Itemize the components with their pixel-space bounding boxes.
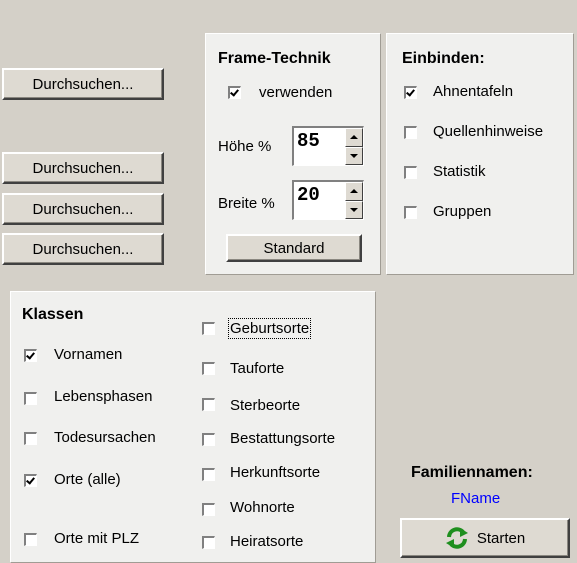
browse-button-3[interactable]: Durchsuchen... — [2, 193, 164, 225]
height-spinner-arrows — [345, 128, 363, 165]
refresh-icon — [445, 527, 468, 549]
family-names-value: FName — [451, 490, 501, 507]
class-bestattungsorte-label: Bestattungsorte — [230, 430, 336, 447]
embed-gruppen-label: Gruppen — [433, 203, 492, 220]
start-button-label: Starten — [476, 529, 526, 547]
embed-quellenhinweise-checkbox[interactable] — [404, 126, 417, 139]
width-down-arrow-icon[interactable] — [345, 200, 363, 219]
width-up-arrow-icon[interactable] — [345, 182, 363, 201]
height-spinner[interactable]: 85 — [292, 126, 364, 166]
class-wohnorte-checkbox[interactable] — [202, 503, 215, 516]
class-tauforte-checkbox[interactable] — [202, 362, 215, 375]
browse-button-4[interactable]: Durchsuchen... — [2, 233, 164, 265]
frame-technique-title: Frame-Technik — [218, 50, 331, 67]
class-sterbeorte-label: Sterbeorte — [230, 397, 301, 414]
class-orte-alle-checkbox[interactable] — [24, 474, 37, 487]
class-heiratsorte-label: Heiratsorte — [230, 533, 304, 550]
browse-button-1[interactable]: Durchsuchen... — [2, 68, 164, 100]
height-down-arrow-icon[interactable] — [345, 146, 363, 165]
class-orte-plz-label: Orte mit PLZ — [54, 530, 140, 547]
class-herkunftsorte-checkbox[interactable] — [202, 468, 215, 481]
width-percent-label: Breite % — [218, 195, 275, 212]
embed-quellenhinweise-label: Quellenhinweise — [433, 123, 544, 140]
class-vornamen-label: Vornamen — [54, 346, 123, 363]
class-orte-alle-label: Orte (alle) — [54, 471, 121, 488]
class-todesursachen-checkbox[interactable] — [24, 432, 37, 445]
class-orte-plz-checkbox[interactable] — [24, 533, 37, 546]
embed-panel — [386, 33, 574, 275]
class-todesursachen-label: Todesursachen — [54, 429, 156, 446]
frame-use-label: verwenden — [259, 84, 333, 101]
start-button[interactable]: Starten — [400, 518, 570, 558]
embed-title: Einbinden: — [402, 50, 485, 67]
classes-title: Klassen — [22, 306, 84, 323]
family-names-label: Familiennamen: — [411, 464, 533, 481]
height-value: 85 — [297, 130, 320, 152]
class-lebensphasen-label: Lebensphasen — [54, 388, 153, 405]
browse-button-2[interactable]: Durchsuchen... — [2, 152, 164, 184]
class-herkunftsorte-label: Herkunftsorte — [230, 464, 321, 481]
class-geburtsorte-checkbox[interactable] — [202, 322, 215, 335]
class-tauforte-label: Tauforte — [230, 360, 285, 377]
embed-statistik-label: Statistik — [433, 163, 486, 180]
embed-ahnentafeln-label: Ahnentafeln — [433, 83, 514, 100]
width-spinner[interactable]: 20 — [292, 180, 364, 220]
height-percent-label: Höhe % — [218, 138, 272, 155]
width-value: 20 — [297, 184, 320, 206]
class-lebensphasen-checkbox[interactable] — [24, 392, 37, 405]
width-spinner-arrows — [345, 182, 363, 219]
embed-gruppen-checkbox[interactable] — [404, 206, 417, 219]
class-heiratsorte-checkbox[interactable] — [202, 536, 215, 549]
class-vornamen-checkbox[interactable] — [24, 349, 37, 362]
class-bestattungsorte-checkbox[interactable] — [202, 433, 215, 446]
class-wohnorte-label: Wohnorte — [230, 499, 295, 516]
classes-panel — [10, 291, 376, 563]
class-geburtsorte-label: Geburtsorte — [227, 318, 312, 339]
embed-ahnentafeln-checkbox[interactable] — [404, 86, 417, 99]
frame-use-checkbox[interactable] — [228, 86, 241, 99]
class-sterbeorte-checkbox[interactable] — [202, 398, 215, 411]
height-up-arrow-icon[interactable] — [345, 128, 363, 147]
embed-statistik-checkbox[interactable] — [404, 166, 417, 179]
standard-button[interactable]: Standard — [226, 234, 362, 262]
